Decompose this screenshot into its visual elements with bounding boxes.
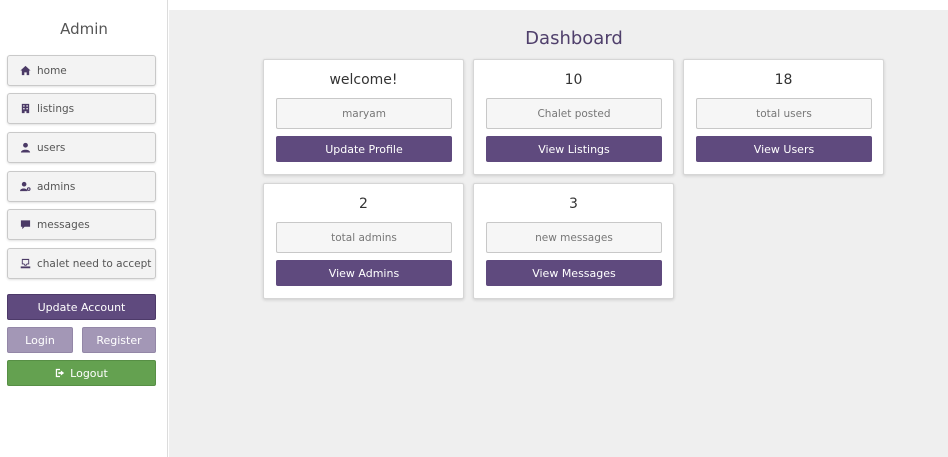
sidebar-item-label: users (37, 141, 66, 154)
card-label-box: total admins (276, 222, 452, 253)
card-heading: welcome! (329, 72, 398, 88)
sidebar-item-messages[interactable]: messages (7, 209, 156, 240)
listings-card: 10 Chalet posted View Listings (473, 59, 674, 175)
inbox-icon (19, 258, 31, 270)
view-users-button[interactable]: View Users (696, 136, 872, 162)
sidebar-title: Admin (60, 20, 108, 38)
sidebar-item-label: chalet need to accept (37, 257, 152, 270)
sidebar-item-admins[interactable]: admins (7, 171, 156, 202)
view-admins-button[interactable]: View Admins (276, 260, 452, 286)
message-icon (19, 219, 31, 231)
logout-icon (55, 368, 65, 378)
logout-button[interactable]: Logout (7, 360, 156, 386)
card-label-box: total users (696, 98, 872, 129)
sidebar-item-chalet-need-to-accept[interactable]: chalet need to accept (7, 248, 156, 279)
card-label-box: Chalet posted (486, 98, 662, 129)
page-title: Dashboard (525, 28, 623, 49)
logout-label: Logout (70, 366, 108, 380)
sidebar-item-users[interactable]: users (7, 132, 156, 163)
home-icon (19, 65, 31, 77)
main-content: Dashboard welcome! maryam Update Profile… (169, 10, 948, 457)
user-gear-icon (19, 181, 31, 193)
sidebar-item-home[interactable]: home (7, 55, 156, 86)
sidebar: Admin home listings users admins message… (0, 0, 168, 457)
sidebar-item-label: messages (37, 218, 90, 231)
sidebar-item-label: admins (37, 180, 76, 193)
messages-card: 3 new messages View Messages (473, 183, 674, 299)
admins-card: 2 total admins View Admins (263, 183, 464, 299)
login-button[interactable]: Login (7, 327, 73, 353)
building-icon (19, 103, 31, 115)
card-label-box: new messages (486, 222, 662, 253)
sidebar-item-label: home (37, 64, 67, 77)
sidebar-item-label: listings (37, 102, 75, 115)
welcome-card: welcome! maryam Update Profile (263, 59, 464, 175)
update-account-button[interactable]: Update Account (7, 294, 156, 320)
view-listings-button[interactable]: View Listings (486, 136, 662, 162)
card-heading: 3 (569, 196, 578, 212)
sidebar-item-listings[interactable]: listings (7, 93, 156, 124)
view-messages-button[interactable]: View Messages (486, 260, 662, 286)
card-heading: 18 (774, 72, 793, 88)
register-button[interactable]: Register (82, 327, 156, 353)
card-heading: 10 (564, 72, 583, 88)
user-icon (19, 142, 31, 154)
card-heading: 2 (359, 196, 368, 212)
username-box: maryam (276, 98, 452, 129)
update-profile-button[interactable]: Update Profile (276, 136, 452, 162)
users-card: 18 total users View Users (683, 59, 884, 175)
